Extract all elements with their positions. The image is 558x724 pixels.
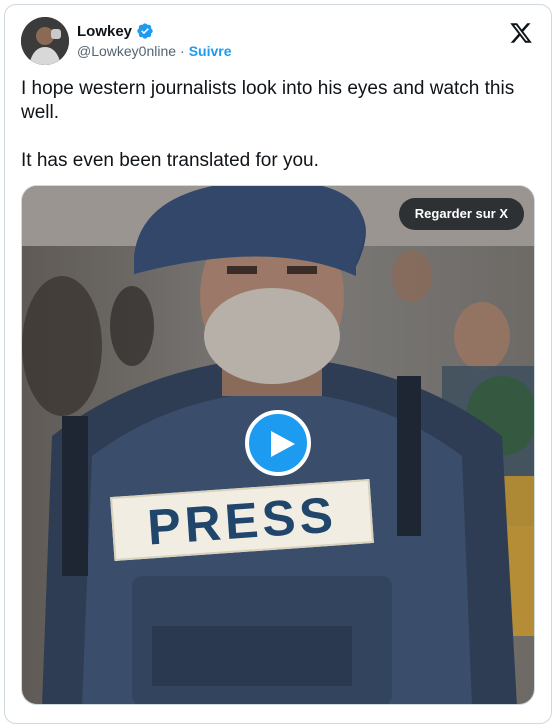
verified-badge-icon xyxy=(137,23,153,39)
follow-button[interactable]: Suivre xyxy=(189,43,232,59)
watch-on-x-button[interactable]: Regarder sur X xyxy=(398,198,524,230)
play-button[interactable] xyxy=(245,410,311,476)
tweet-card: Lowkey @Lowkey0nline · Suivre I hope wes… xyxy=(4,4,552,724)
avatar[interactable] xyxy=(21,17,69,65)
x-logo-icon[interactable] xyxy=(509,21,533,45)
play-icon xyxy=(271,431,295,457)
display-name[interactable]: Lowkey xyxy=(77,23,132,40)
author-info: Lowkey @Lowkey0nline · Suivre xyxy=(77,21,232,60)
separator: · xyxy=(180,43,185,59)
tweet-text-line: It has even been translated for you. xyxy=(21,150,319,171)
video-player[interactable]: PRESS Regarder sur X xyxy=(21,185,535,705)
tweet-text-line: I hope western journalists look into his… xyxy=(21,78,515,123)
tweet-header: Lowkey @Lowkey0nline · Suivre xyxy=(21,17,535,65)
tweet-text: I hope western journalists look into his… xyxy=(21,77,521,173)
handle[interactable]: @Lowkey0nline xyxy=(77,43,176,59)
